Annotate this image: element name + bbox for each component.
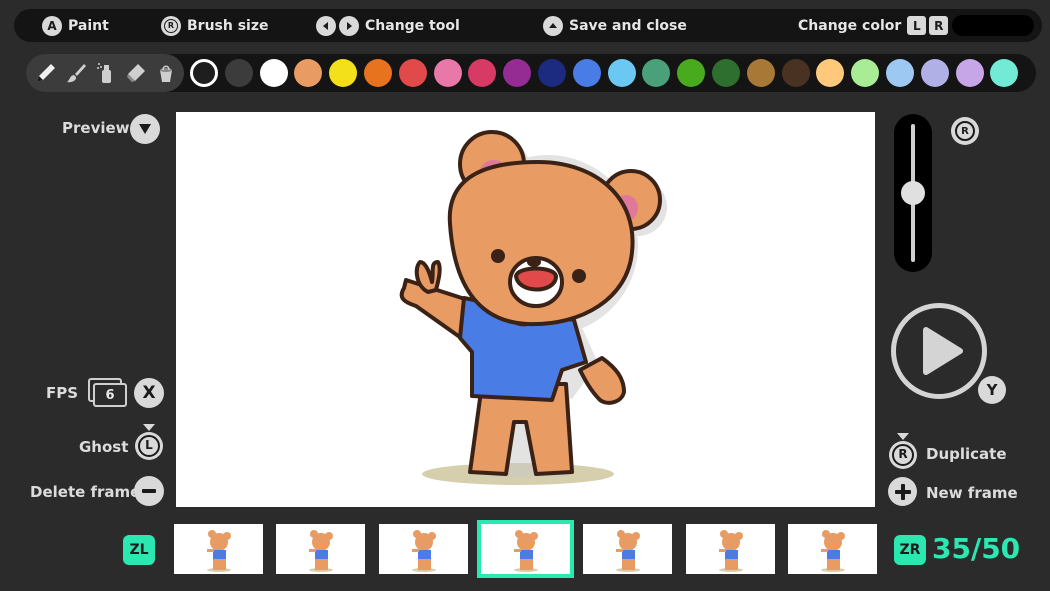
brush-size-slider[interactable] [894,114,932,272]
frame-thumbnail[interactable] [174,524,263,574]
l-button-icon: L [907,16,927,35]
x-button[interactable]: X [134,378,164,408]
a-button-icon: A [42,15,62,36]
duplicate-label: Duplicate [926,445,1007,463]
plus-icon [894,483,911,500]
eraser-icon[interactable] [122,59,150,87]
frame-counter: 35/50 [932,532,1021,565]
color-swatch[interactable] [851,59,880,87]
color-swatch[interactable] [746,59,775,87]
color-swatch[interactable] [538,59,566,87]
brush-size-hint[interactable]: R Brush size [161,9,269,42]
frame-thumbnail[interactable] [685,524,775,574]
color-swatch[interactable] [920,59,949,87]
fps-value-box[interactable]: 6 [88,378,128,408]
drawing-canvas[interactable] [176,112,875,507]
brush-size-hint-label: Brush size [187,17,269,34]
bear-drawing [399,130,667,485]
minus-icon [142,489,156,493]
delete-frame-label: Delete frame [30,483,141,501]
color-swatch[interactable] [398,59,427,87]
change-tool-hint[interactable]: Change tool [316,9,460,42]
color-preview-slot [952,15,1034,36]
color-swatch[interactable] [990,59,1019,87]
color-swatch[interactable] [329,59,358,87]
right-arrow-button-icon [339,15,359,36]
color-swatch[interactable] [433,59,462,87]
preview-button[interactable] [130,114,160,144]
color-swatch[interactable] [503,59,532,87]
color-swatch[interactable] [572,59,601,87]
fps-value: 6 [93,383,127,407]
slider-knob[interactable] [901,181,925,205]
pencil-icon[interactable] [32,59,60,87]
fps-label: FPS [46,384,79,402]
duplicate-button[interactable]: R [887,431,919,471]
new-frame-button[interactable] [888,477,917,506]
left-arrow-button-icon [316,15,336,36]
frame-thumbnail[interactable] [378,524,468,574]
tool-palette-bar [26,54,1036,92]
save-close-hint[interactable]: Save and close [543,9,687,42]
zr-button[interactable]: ZR [894,535,926,565]
r-button-icon: R [929,16,949,35]
zl-button[interactable]: ZL [123,535,155,565]
frame-thumbnail[interactable] [583,524,673,574]
color-swatch[interactable] [781,59,810,87]
change-tool-hint-label: Change tool [365,17,460,34]
color-swatch[interactable] [294,59,323,87]
frame-thumbnail[interactable] [476,520,574,578]
color-swatch[interactable] [677,59,706,87]
frame-thumbnail[interactable] [787,524,877,574]
paint-hint[interactable]: A Paint [42,9,109,42]
r-stick-icon: R [161,15,181,36]
play-icon [923,327,963,375]
up-arrow-button-icon [543,15,563,36]
change-color-hint[interactable]: Change color L R [798,9,949,42]
ghost-button[interactable]: L [133,422,165,462]
color-swatch[interactable] [468,59,497,87]
save-close-hint-label: Save and close [569,17,687,34]
spray-icon[interactable] [92,59,120,87]
color-swatch[interactable] [816,59,845,87]
r-stick-button[interactable]: R [951,117,979,145]
new-frame-label: New frame [926,484,1018,502]
paint-hint-label: Paint [68,17,109,34]
color-swatch[interactable] [190,59,218,87]
down-arrow-icon [139,124,151,134]
color-swatch[interactable] [642,59,671,87]
brush-icon[interactable] [62,59,90,87]
frame-thumbnail[interactable] [276,524,366,574]
color-swatch[interactable] [712,59,740,87]
color-swatch[interactable] [955,59,984,87]
delete-frame-button[interactable] [134,476,164,506]
color-swatch[interactable] [364,59,392,87]
change-color-hint-label: Change color [798,17,902,34]
y-button[interactable]: Y [978,376,1006,404]
top-hint-bar: A Paint R Brush size Change tool Save an… [14,9,1042,42]
preview-label: Preview [62,119,130,137]
color-swatch[interactable] [886,59,914,87]
bucket-icon[interactable] [152,59,180,87]
tool-group [26,54,184,92]
color-swatch[interactable] [259,59,288,87]
ghost-label: Ghost [79,438,129,456]
play-button[interactable] [891,303,987,399]
color-swatch[interactable] [607,59,636,87]
r-stick-icon: R [955,121,975,141]
color-swatch[interactable] [224,59,253,87]
